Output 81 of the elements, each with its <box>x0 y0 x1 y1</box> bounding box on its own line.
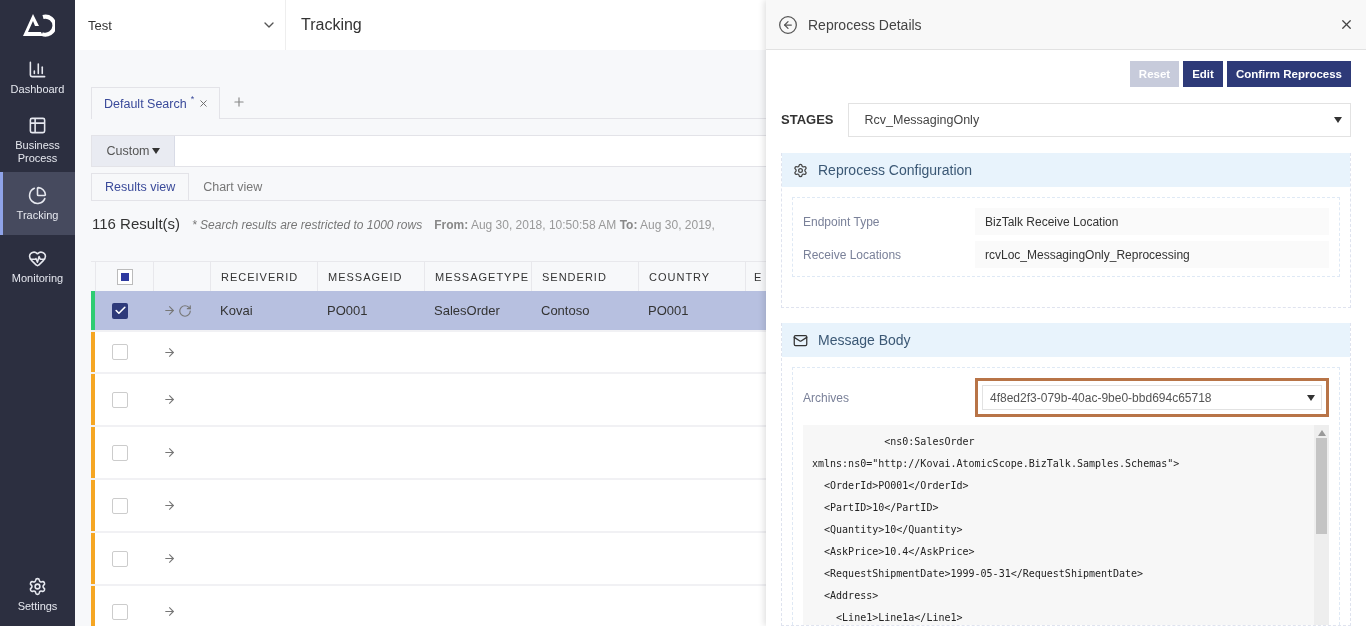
column-header[interactable]: SENDERID <box>542 270 607 283</box>
sidebar-item[interactable]: Business Process <box>0 109 75 172</box>
logo-icon <box>20 12 55 38</box>
dropdown-caret-icon <box>151 148 160 154</box>
row-checkbox[interactable] <box>112 391 128 408</box>
sidebar-item[interactable]: Dashboard <box>0 46 75 109</box>
action-button[interactable]: Confirm Reprocess <box>1226 61 1351 87</box>
row-checkbox[interactable] <box>112 550 128 567</box>
arrow-icon[interactable] <box>163 345 176 359</box>
dropdown-caret-icon <box>1317 430 1326 436</box>
section-header: Message Body <box>782 323 1350 357</box>
add-tab-icon[interactable] <box>232 95 247 109</box>
close-icon[interactable] <box>198 98 210 109</box>
arrow-icon[interactable] <box>163 446 176 459</box>
field-label: Archives <box>803 390 850 405</box>
back-icon[interactable] <box>778 14 798 35</box>
table-cell: PO001 <box>327 303 368 318</box>
action-button[interactable]: Edit <box>1183 61 1223 87</box>
arrow-icon[interactable] <box>163 499 176 512</box>
code-line: <Quantity>10</Quantity> <box>823 523 964 537</box>
column-header[interactable]: COUNTRY <box>649 270 711 283</box>
dropdown-caret-icon <box>1307 394 1315 401</box>
scrollbar[interactable] <box>1314 425 1329 625</box>
search-tab[interactable]: Default Search * <box>91 87 221 119</box>
field-value: BizTalk Receive Location <box>975 208 1329 235</box>
column-header[interactable]: E <box>754 270 763 283</box>
stages-dropdown[interactable]: Rcv_MessagingOnly <box>847 103 1351 137</box>
column-header[interactable]: MESSAGEID <box>328 270 403 283</box>
row-checkbox[interactable] <box>112 302 128 319</box>
environment-dropdown[interactable]: Test <box>75 0 286 50</box>
nav-icon <box>28 116 47 135</box>
column-header[interactable]: RECEIVERID <box>221 270 299 283</box>
sidebar-item[interactable]: Tracking <box>0 172 75 235</box>
filter-dropdown[interactable]: Custom <box>92 136 175 166</box>
code-line: <AskPrice>10.4</AskPrice> <box>823 545 976 559</box>
nav-icon <box>28 248 47 268</box>
result-count: 116 Result(s) <box>92 215 181 232</box>
mail-icon <box>793 332 808 348</box>
stages-label: STAGES <box>781 111 834 129</box>
view-tab[interactable]: Chart view <box>189 173 277 200</box>
view-tab[interactable]: Results view <box>91 173 190 200</box>
reprocess-icon[interactable] <box>178 303 192 318</box>
code-line: <PartID>10</PartID> <box>823 501 940 515</box>
field-label: Receive Locations <box>803 247 903 262</box>
dropdown-caret-icon <box>1334 117 1342 123</box>
code-line: <Address> <box>823 589 880 603</box>
nav-icon <box>28 59 47 79</box>
settings-icon <box>793 162 808 178</box>
archives-dropdown[interactable]: 4f8ed2f3-079b-40ac-9be0-bbd694c65718 <box>982 385 1322 410</box>
page-title: Tracking <box>300 15 362 35</box>
table-cell: SalesOrder <box>434 303 500 318</box>
date-range: From: Aug 30, 2018, 10:50:58 AM To: Aug 30, 2019, <box>434 218 715 232</box>
code-line: <ns0:SalesOrder <box>883 435 976 449</box>
table-cell: Kovai <box>220 303 253 318</box>
table-cell: Contoso <box>541 303 590 318</box>
select-all-checkbox[interactable] <box>117 268 133 285</box>
panel-title: Reprocess Details <box>808 16 923 33</box>
code-line: <OrderId>PO001</OrderId> <box>823 479 970 493</box>
code-line: <Line1>Line1a</Line1> <box>835 611 964 625</box>
row-checkbox[interactable] <box>112 344 128 360</box>
results-note: * Search results are restricted to 1000 rows <box>192 218 423 232</box>
section-header: Reprocess Configuration <box>782 153 1350 187</box>
arrow-icon[interactable] <box>163 304 176 317</box>
field-label: Endpoint Type <box>803 214 881 229</box>
settings-icon <box>28 576 47 596</box>
table-row[interactable]: Kovai PO001 SalesOrder Contoso PO001 <box>91 291 766 332</box>
row-checkbox[interactable] <box>112 497 128 514</box>
arrow-icon[interactable] <box>163 552 176 565</box>
arrow-icon[interactable] <box>163 605 176 618</box>
settings-item[interactable]: Settings <box>0 563 75 626</box>
close-icon[interactable] <box>1339 17 1354 32</box>
field-value: rcvLoc_MessagingOnly_Reprocessing <box>975 241 1329 268</box>
row-checkbox[interactable] <box>112 603 128 620</box>
code-line: xmlns:ns0="http://Kovai.AtomicScope.BizTalk.Samples.Schemas"> <box>812 457 1181 471</box>
arrow-icon[interactable] <box>163 393 176 406</box>
sidebar-item[interactable]: Monitoring <box>0 235 75 298</box>
column-header[interactable]: MESSAGETYPE <box>435 270 530 283</box>
code-line: <RequestShipmentDate>1999-05-31</RequestShipmentDate> <box>823 567 1145 581</box>
nav-icon <box>28 185 47 205</box>
table-cell: PO001 <box>648 303 689 318</box>
row-checkbox[interactable] <box>112 444 128 461</box>
